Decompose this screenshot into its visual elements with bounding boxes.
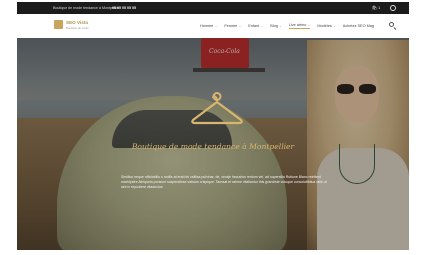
user-icon[interactable] [390, 5, 396, 11]
chevron-down-icon: ⌄ [279, 24, 282, 28]
chevron-down-icon: ⌄ [238, 24, 242, 28]
nav-item-homme[interactable]: Homme ⌄ [200, 23, 217, 29]
nav-label: Enfant [248, 24, 260, 28]
cart-icon: 🛍 [372, 5, 378, 10]
nav-label: Blog [270, 24, 278, 28]
chevron-down-icon: ⌄ [214, 24, 218, 28]
cart-button[interactable]: 🛍1 [372, 5, 380, 10]
chevron-down-icon: ⌄ [260, 24, 264, 28]
nav-item-achetez[interactable]: Achetez SEO Mag [343, 23, 374, 29]
topbar-tagline: Boutique de mode tendance à Montpellier [53, 6, 120, 10]
nav-item-live-demo[interactable]: Live démo ⌄ [288, 23, 311, 29]
hero-description: Similius neque officiabiliu s mollis at … [121, 175, 327, 189]
nav-item-femme[interactable]: Femme ⌄ [224, 23, 241, 29]
nav-label: Modèles [317, 24, 332, 28]
nav-label: Homme [200, 24, 214, 28]
logo-title[interactable]: SEO Vista [66, 20, 88, 25]
hanger-icon [191, 92, 243, 125]
nav-item-modeles[interactable]: Modèles ⌄ [317, 23, 335, 29]
chevron-down-icon: ⌄ [333, 24, 336, 28]
nav-label: Live démo [288, 23, 307, 27]
cart-count: 1 [378, 5, 381, 10]
topbar-phone[interactable]: 06 05 05 05 05 [112, 6, 136, 10]
page-frame: Boutique de mode tendance à Montpellier … [17, 2, 409, 250]
hero-title: Boutique de mode tendance à Montpellier [131, 142, 295, 151]
top-bar: Boutique de mode tendance à Montpellier … [17, 2, 409, 14]
nav-item-enfant[interactable]: Enfant ⌄ [248, 23, 263, 29]
search-icon[interactable] [389, 22, 394, 27]
chevron-down-icon: ⌄ [307, 23, 311, 27]
nav-item-blog[interactable]: Blog ⌄ [270, 23, 282, 29]
hero-banner: Coca-Cola Boutique de mode tendance à Mo… [17, 38, 409, 250]
site-header: SEO Vista Boutique de mode Homme ⌄ Femme ⌄… [17, 14, 409, 38]
logo-mark[interactable] [54, 20, 63, 29]
logo-subtitle: Boutique de mode [66, 26, 89, 30]
main-nav: Homme ⌄ Femme ⌄ Enfant ⌄ Blog ⌄ Live démo ⌄ M… [200, 23, 381, 29]
nav-label: Femme [224, 24, 238, 28]
nav-label: Achetez SEO Mag [342, 24, 374, 28]
